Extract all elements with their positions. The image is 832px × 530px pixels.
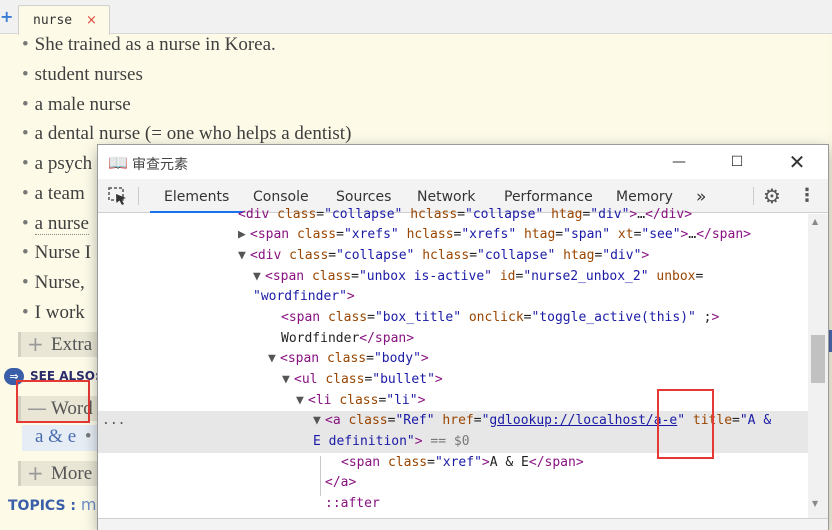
- box-title: Extra: [51, 334, 93, 355]
- extra-examples-toggle[interactable]: + Extra: [18, 332, 102, 357]
- close-button[interactable]: ✕: [768, 145, 826, 179]
- collapse-triangle-icon[interactable]: ▼: [313, 411, 325, 432]
- add-tab-button[interactable]: +: [0, 8, 14, 26]
- collapse-triangle-icon[interactable]: ▼: [253, 267, 265, 288]
- dom-node[interactable]: ▼ <div class="collapse" hclass="collapse"…: [98, 246, 808, 267]
- scroll-up-icon[interactable]: ▲: [812, 217, 818, 226]
- collapse-icon: —: [27, 396, 47, 420]
- more-about-toggle[interactable]: + More: [18, 461, 102, 486]
- topics-label: TOPICS :: [8, 498, 77, 514]
- dom-node-selected[interactable]: ... ▼ <a class="Ref" href="gdlookup://loca…: [98, 411, 808, 432]
- example-item: • a team: [22, 183, 85, 204]
- more-options-icon[interactable]: ⋮: [798, 185, 816, 206]
- dom-node[interactable]: ▼ <li class="li">: [98, 391, 808, 412]
- expand-icon: +: [27, 332, 44, 356]
- wordfinder-link-a-e[interactable]: a & e •: [22, 425, 106, 451]
- collapse-triangle-icon[interactable]: ▼: [282, 370, 294, 391]
- example-item: • a dental nurse (= one who helps a denti…: [22, 123, 352, 144]
- dom-pseudo-element[interactable]: ::after: [98, 494, 808, 515]
- dom-node[interactable]: ▶ <span class="xrefs" hclass="xrefs" htag…: [98, 225, 808, 246]
- right-margin: [828, 34, 832, 530]
- inspect-element-icon[interactable]: [108, 187, 128, 205]
- collapse-triangle-icon[interactable]: ▼: [238, 246, 250, 267]
- dom-node[interactable]: <span class="xref">A & E</span>: [98, 453, 808, 474]
- dom-node-continued: Wordfinder</span>: [281, 331, 415, 346]
- minimize-button[interactable]: —: [650, 145, 708, 179]
- see-also: ⇒ SEE ALSO:: [4, 367, 100, 387]
- tree-guide-line: [320, 456, 321, 496]
- dom-node-selected-continued[interactable]: E definition"> == $0: [98, 432, 808, 453]
- dom-tree: <div class="collapse" hclass="collapse" …: [98, 207, 808, 530]
- dom-node[interactable]: <span class="box_title" onclick="toggle_…: [98, 308, 808, 329]
- tab-nurse[interactable]: nurse ×: [18, 5, 110, 35]
- dom-node[interactable]: ▼ <ul class="bullet">: [98, 370, 808, 391]
- dom-node[interactable]: <div class="collapse" hclass="collapse" …: [98, 205, 808, 226]
- box-title: More: [51, 463, 93, 484]
- box-title: Word: [51, 398, 93, 419]
- toolbar-divider: [753, 187, 754, 205]
- example-item: • Nurse I: [22, 242, 92, 263]
- scroll-down-icon[interactable]: ▼: [812, 499, 818, 508]
- expand-icon: +: [27, 461, 44, 485]
- tab-label: nurse: [33, 13, 73, 28]
- example-item: • a male nurse: [22, 94, 131, 115]
- arrow-icon: ⇒: [4, 367, 24, 385]
- toolbar-divider: [138, 187, 139, 205]
- dom-node-close[interactable]: </a>: [98, 473, 808, 494]
- example-item: • I work: [22, 302, 85, 323]
- tab-bar: + nurse ×: [0, 0, 832, 35]
- selected-node-dots: ...: [102, 413, 126, 428]
- book-icon: 📖: [108, 153, 128, 172]
- expand-triangle-icon[interactable]: ▶: [238, 225, 250, 246]
- scrollbar-thumb[interactable]: [811, 335, 825, 383]
- see-also-label: SEE ALSO:: [30, 369, 100, 384]
- devtools-window: 📖 审查元素 — ☐ ✕ Elements Console Sources Ne…: [98, 145, 828, 530]
- collapse-triangle-icon[interactable]: ▼: [296, 391, 308, 412]
- devtools-titlebar: 📖 审查元素 — ☐ ✕: [98, 145, 828, 179]
- example-item: • a psych: [22, 153, 93, 174]
- example-item: • She trained as a nurse in Korea.: [22, 34, 276, 55]
- dom-breadcrumb[interactable]: [98, 518, 828, 530]
- dom-node[interactable]: ▼ <span class="body">: [98, 349, 808, 370]
- window-title: 审查元素: [132, 157, 188, 173]
- close-tab-icon[interactable]: ×: [86, 13, 97, 28]
- dom-node-continued: "wordfinder">: [253, 289, 355, 304]
- maximize-button[interactable]: ☐: [708, 145, 766, 179]
- collapse-triangle-icon[interactable]: ▼: [268, 349, 280, 370]
- example-item: • a nurse: [22, 213, 89, 235]
- selected-marker: == $0: [430, 434, 470, 449]
- topics: TOPICS : me: [8, 495, 106, 514]
- example-item: • Nurse,: [22, 272, 85, 293]
- wordfinder-toggle[interactable]: — Word: [18, 396, 102, 421]
- example-item: • student nurses: [22, 64, 143, 85]
- dom-node[interactable]: ▼ <span class="unbox is-active" id="nurse…: [98, 267, 808, 288]
